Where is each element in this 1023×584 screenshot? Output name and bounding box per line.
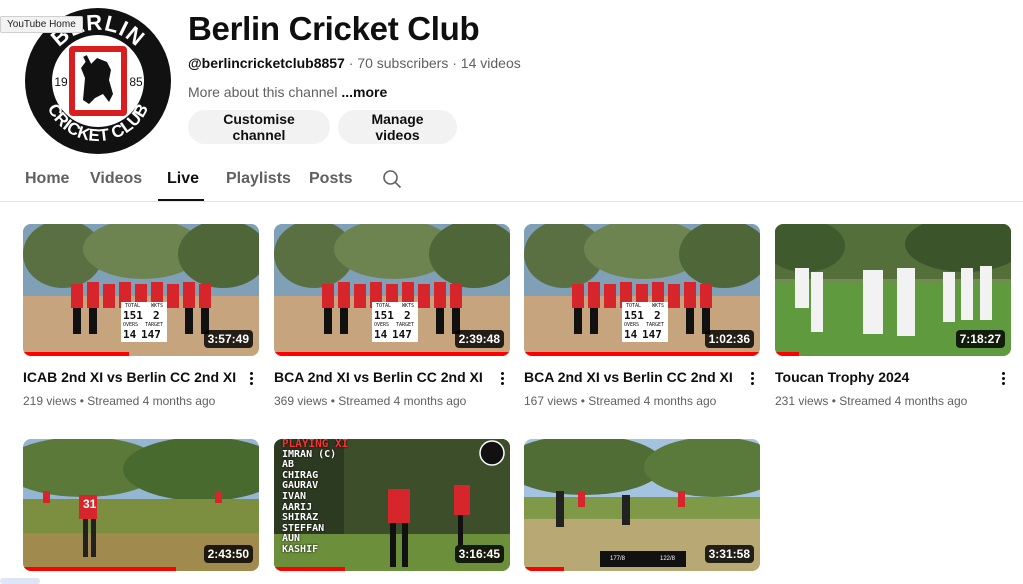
video-meta: 231 views • Streamed 4 months ago: [775, 394, 968, 408]
video-thumbnail[interactable]: 7:18:27: [775, 224, 1011, 356]
scoreboard: TOTAL WKTS 151 2 OVERS TARGET 14 147: [622, 302, 668, 342]
active-tab-indicator: [158, 199, 204, 201]
tab-playlists[interactable]: Playlists: [226, 170, 291, 188]
playing-xi-list: PLAYING XI IMRAN (C) AB CHIRAG GAURAV IV…: [282, 439, 348, 556]
scoreboard-total: 151: [374, 309, 394, 322]
scoreboard-total: 151: [123, 309, 143, 322]
meta-separator: ·: [348, 55, 354, 71]
scoreboard-target: 147: [642, 328, 662, 341]
video-title[interactable]: Toucan Trophy 2024: [775, 369, 990, 385]
logo-year-right: 85: [129, 75, 143, 89]
video-card[interactable]: 7:18:27 Toucan Trophy 2024 231 views • S…: [775, 224, 1011, 408]
video-card[interactable]: 177/8 122/8 3:31:58: [524, 439, 760, 571]
video-duration: 2:43:50: [203, 545, 253, 563]
video-meta: 167 views • Streamed 4 months ago: [524, 394, 717, 408]
video-meta: 219 views • Streamed 4 months ago: [23, 394, 216, 408]
stream-date: Streamed 4 months ago: [588, 394, 717, 408]
channel-tabs: Home Videos Live Playlists Posts: [0, 158, 1023, 202]
scoreboard-wkts: 2: [654, 309, 661, 322]
scroll-edge: [0, 578, 40, 584]
more-actions-icon[interactable]: [245, 370, 257, 388]
lineup-player: KASHIF: [282, 543, 319, 555]
tab-posts[interactable]: Posts: [309, 170, 353, 188]
watch-progress: [274, 567, 345, 571]
watch-progress: [23, 352, 130, 356]
more-actions-icon[interactable]: [746, 370, 758, 388]
video-card[interactable]: TOTAL WKTS 151 2 OVERS TARGET 14 147 3:5…: [23, 224, 259, 408]
channel-title: Berlin Cricket Club: [188, 10, 480, 47]
video-thumbnail[interactable]: TOTAL WKTS 151 2 OVERS TARGET 14 147 1:0…: [524, 224, 760, 356]
stream-date: Streamed 4 months ago: [839, 394, 968, 408]
search-icon[interactable]: [382, 169, 402, 189]
scoreboard-overs: 14: [624, 328, 638, 341]
lineup-heading: PLAYING XI: [282, 439, 349, 450]
scoreboard-target: 147: [392, 328, 412, 341]
scoreboard: TOTAL WKTS 151 2 OVERS TARGET 14 147: [121, 302, 167, 342]
video-card[interactable]: 31 2:43:50: [23, 439, 259, 571]
video-duration: 3:57:49: [203, 330, 253, 348]
subscriber-count: 70 subscribers: [357, 55, 449, 71]
video-title[interactable]: BCA 2nd XI vs Berlin CC 2nd XI: [274, 369, 489, 385]
scoreboard-overs: 14: [374, 328, 388, 341]
video-count: 14 videos: [460, 55, 521, 71]
video-card[interactable]: TOTAL WKTS 151 2 OVERS TARGET 14 147 1:0…: [524, 224, 760, 408]
view-count: 167 views: [524, 394, 578, 408]
watch-progress: [524, 567, 565, 571]
video-thumbnail[interactable]: PLAYING XI IMRAN (C) AB CHIRAG GAURAV IV…: [274, 439, 510, 571]
scoreboard-wkts: 2: [153, 309, 160, 322]
scoreboard-total: 151: [624, 309, 644, 322]
stream-date: Streamed 4 months ago: [87, 394, 216, 408]
lineup-player: IVAN: [282, 490, 307, 502]
video-title[interactable]: ICAB 2nd XI vs Berlin CC 2nd XI: [23, 369, 238, 385]
video-title[interactable]: BCA 2nd XI vs Berlin CC 2nd XI: [524, 369, 739, 385]
more-link[interactable]: ...more: [341, 84, 387, 100]
view-count: 231 views: [775, 394, 829, 408]
video-thumbnail[interactable]: TOTAL WKTS 151 2 OVERS TARGET 14 147 2:3…: [274, 224, 510, 356]
tab-home[interactable]: Home: [25, 170, 69, 188]
more-actions-icon[interactable]: [496, 370, 508, 388]
scoreboard-target: 147: [141, 328, 161, 341]
watch-progress: [775, 352, 799, 356]
mini-score-right: 122/8: [660, 556, 676, 562]
video-duration: 3:16:45: [454, 545, 504, 563]
scoreboard: TOTAL WKTS 151 2 OVERS TARGET 14 147: [372, 302, 418, 342]
channel-handle: @berlincricketclub8857: [188, 55, 345, 71]
customise-channel-button[interactable]: Customise channel: [188, 110, 330, 144]
video-meta: 369 views • Streamed 4 months ago: [274, 394, 467, 408]
channel-about[interactable]: More about this channel ...more: [188, 84, 387, 100]
video-duration: 7:18:27: [955, 330, 1005, 348]
scoreboard-overs: 14: [123, 328, 137, 341]
tab-videos[interactable]: Videos: [90, 170, 142, 188]
player-shirt-number: 31: [83, 497, 97, 511]
video-card[interactable]: TOTAL WKTS 151 2 OVERS TARGET 14 147 2:3…: [274, 224, 510, 408]
video-duration: 3:31:58: [704, 545, 754, 563]
scoreboard-wkts: 2: [404, 309, 411, 322]
more-actions-icon[interactable]: [997, 370, 1009, 388]
watch-progress: [524, 352, 760, 356]
stream-date: Streamed 4 months ago: [338, 394, 467, 408]
video-thumbnail[interactable]: 177/8 122/8 3:31:58: [524, 439, 760, 571]
logo-year-left: 19: [54, 75, 68, 89]
video-duration: 2:39:48: [454, 330, 504, 348]
meta-separator: ·: [452, 55, 457, 71]
about-text[interactable]: More about this channel: [188, 84, 337, 100]
youtube-home-tooltip: YouTube Home: [0, 16, 83, 33]
watch-progress: [23, 567, 177, 571]
channel-meta: @berlincricketclub8857 · 70 subscribers …: [188, 55, 521, 71]
video-thumbnail[interactable]: 31 2:43:50: [23, 439, 259, 571]
tab-live[interactable]: Live: [167, 170, 199, 188]
video-card[interactable]: PLAYING XI IMRAN (C) AB CHIRAG GAURAV IV…: [274, 439, 510, 571]
view-count: 369 views: [274, 394, 328, 408]
watch-progress: [274, 352, 510, 356]
mini-score-left: 177/8: [610, 556, 626, 562]
manage-videos-button[interactable]: Manage videos: [338, 110, 457, 144]
video-thumbnail[interactable]: TOTAL WKTS 151 2 OVERS TARGET 14 147 3:5…: [23, 224, 259, 356]
view-count: 219 views: [23, 394, 77, 408]
video-duration: 1:02:36: [704, 330, 754, 348]
